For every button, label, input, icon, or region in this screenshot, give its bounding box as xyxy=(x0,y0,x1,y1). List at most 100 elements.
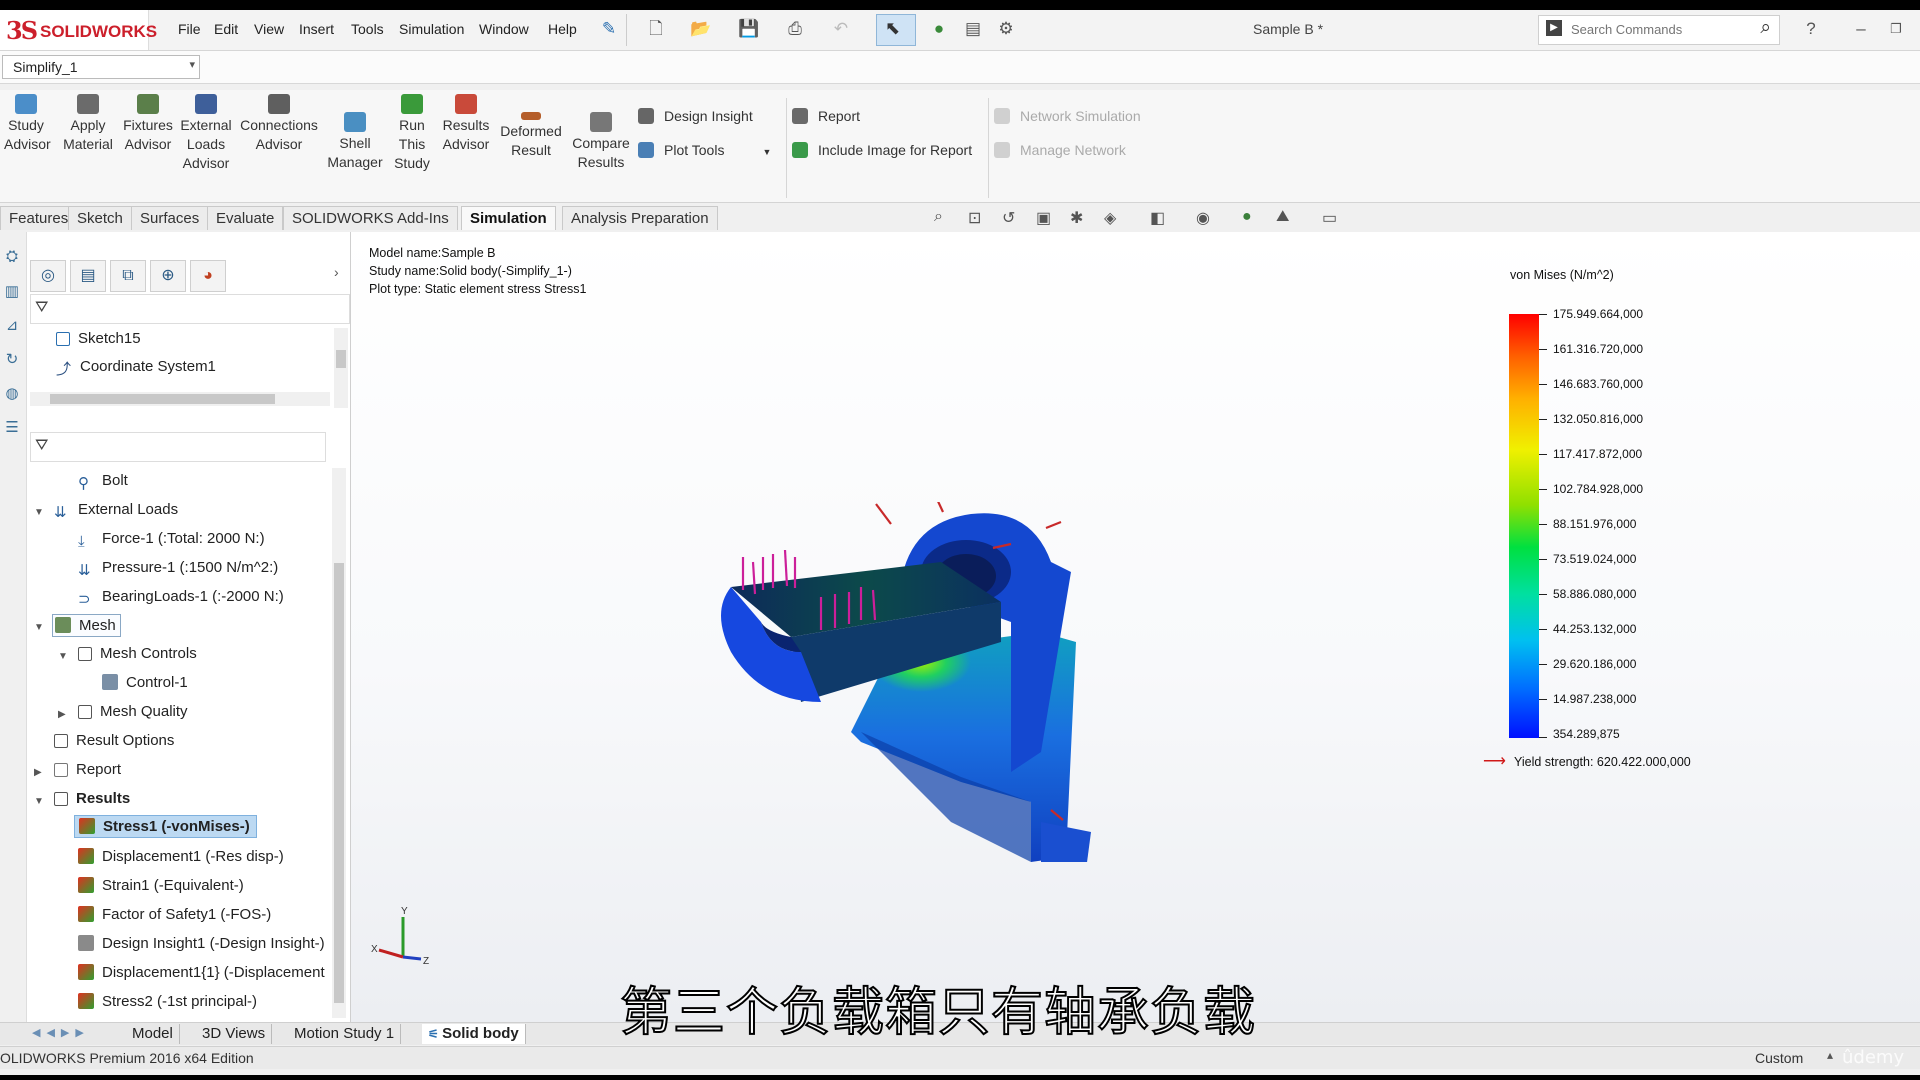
display-manager-tab-icon[interactable]: ◕ xyxy=(190,260,226,292)
menu-simulation[interactable]: Simulation xyxy=(399,21,464,37)
network-simulation-button[interactable]: Network Simulation xyxy=(994,108,1141,124)
menu-tools[interactable]: Tools xyxy=(351,21,384,37)
menu-window[interactable]: Window xyxy=(479,21,529,37)
results-advisor-button[interactable]: Results Advisor xyxy=(440,94,492,154)
tab-solid-body[interactable]: ⚟ Solid body xyxy=(422,1024,526,1044)
hide-show-items-icon[interactable]: ◉ xyxy=(1196,208,1210,228)
tree-item-pressure[interactable]: ⇊ Pressure-1 (:1500 N/m^2:) xyxy=(78,559,278,579)
tab-features[interactable]: Features xyxy=(0,206,78,230)
zoom-to-area-icon[interactable]: ⊡ xyxy=(968,208,981,228)
file-explorer-icon[interactable]: ⊿ xyxy=(3,316,21,334)
connections-advisor-button[interactable]: Connections Advisor xyxy=(238,94,320,154)
save-icon[interactable]: 💾 xyxy=(738,18,760,40)
run-this-study-button[interactable]: Run This Study xyxy=(390,94,434,173)
display-style-icon[interactable]: ◧ xyxy=(1150,208,1165,228)
menu-insert[interactable]: Insert xyxy=(299,21,334,37)
configuration-dropdown[interactable]: Simplify_1 ▾ xyxy=(2,55,200,79)
resources-icon[interactable]: ⛭ xyxy=(3,248,21,266)
collapse-mesh-icon[interactable]: ▼ xyxy=(34,622,44,633)
design-library-icon[interactable]: ▥ xyxy=(3,282,21,300)
menu-edit[interactable]: Edit xyxy=(214,21,238,37)
scrollbar-thumb[interactable] xyxy=(336,350,346,368)
compare-results-button[interactable]: Compare Results xyxy=(570,112,632,172)
feature-manager-tab-icon[interactable]: ◎ xyxy=(30,260,66,292)
tree-item-report[interactable]: Report xyxy=(54,761,121,778)
dynamic-annotation-icon[interactable]: ✱ xyxy=(1070,208,1083,228)
tree-item-control1[interactable]: Control-1 xyxy=(102,674,188,691)
new-document-icon[interactable]: 🗋 xyxy=(645,18,667,40)
collapse-mesh-controls-icon[interactable]: ▼ xyxy=(58,651,68,662)
dimxpert-tab-icon[interactable]: ⊕ xyxy=(150,260,186,292)
feature-tree-scrollbar[interactable] xyxy=(334,328,348,408)
apply-scene-icon[interactable]: ⛰ xyxy=(1276,208,1289,226)
tab-evaluate[interactable]: Evaluate xyxy=(207,206,284,230)
tree-item-bolt[interactable]: ⚲ Bolt xyxy=(78,472,128,492)
tree-item-bearing-loads[interactable]: ⊃ BearingLoads-1 (:-2000 N:) xyxy=(78,588,284,608)
manage-network-button[interactable]: Manage Network xyxy=(994,142,1126,158)
options-gear-icon[interactable]: ⚙ xyxy=(995,18,1017,40)
search-input[interactable] xyxy=(1569,21,1743,38)
external-loads-advisor-button[interactable]: External Loads Advisor xyxy=(178,94,234,173)
simulation-filter-box[interactable]: ⛛ xyxy=(30,432,326,462)
restore-icon[interactable]: ❐ xyxy=(1885,18,1907,40)
undo-icon[interactable]: ↶ xyxy=(830,18,852,40)
tree-item-mesh-controls[interactable]: Mesh Controls xyxy=(78,645,197,662)
edit-appearance-icon[interactable]: ● xyxy=(1242,208,1252,226)
open-folder-icon[interactable]: 📂 xyxy=(690,18,712,40)
tree-item-results[interactable]: Results xyxy=(54,790,130,807)
select-tool-button[interactable]: ⬉ xyxy=(876,14,916,46)
search-commands-box[interactable]: ▶ ⌕ xyxy=(1538,15,1780,45)
tab-surfaces[interactable]: Surfaces xyxy=(131,206,209,230)
appearances-icon[interactable]: ◍ xyxy=(3,384,21,402)
tree-item-displacement1[interactable]: Displacement1 (-Res disp-) xyxy=(78,848,284,865)
tab-simulation[interactable]: Simulation xyxy=(461,206,556,230)
tree-item-mesh-quality[interactable]: Mesh Quality xyxy=(78,703,188,720)
tree-item-force[interactable]: ⤓ Force-1 (:Total: 2000 N:) xyxy=(78,530,265,550)
collapse-external-loads-icon[interactable]: ▼ xyxy=(34,507,44,518)
chevron-right-icon[interactable]: › xyxy=(334,264,339,280)
solidworks-logo[interactable]: 3S SOLIDWORKS xyxy=(0,10,157,50)
tab-solidworks-add-ins[interactable]: SOLIDWORKS Add-Ins xyxy=(283,206,458,230)
tree-item-stress1[interactable]: Stress1 (-vonMises-) xyxy=(74,815,257,838)
tree-item-sketch15[interactable]: Sketch15 xyxy=(56,330,141,347)
stress-model-view[interactable] xyxy=(711,502,1131,862)
search-icon[interactable]: ⌕ xyxy=(1760,17,1771,39)
menu-view[interactable]: View xyxy=(254,21,284,37)
menu-help[interactable]: Help xyxy=(548,21,577,37)
shell-manager-button[interactable]: Shell Manager xyxy=(326,112,384,172)
design-insight-button[interactable]: Design Insight xyxy=(638,108,753,124)
configuration-manager-tab-icon[interactable]: ⧉ xyxy=(110,260,146,292)
tab-navigation-arrows[interactable]: ◀◀▶▶ xyxy=(32,1026,90,1039)
section-view-icon[interactable]: ▣ xyxy=(1036,208,1051,228)
tab-motion-study-1[interactable]: Motion Study 1 xyxy=(288,1024,402,1044)
property-manager-tab-icon[interactable]: ▤ xyxy=(70,260,106,292)
include-image-button[interactable]: Include Image for Report xyxy=(792,142,972,158)
tab-analysis-preparation[interactable]: Analysis Preparation xyxy=(562,206,718,230)
deformed-result-button[interactable]: Deformed Result xyxy=(496,112,566,160)
expand-mesh-quality-icon[interactable]: ▶ xyxy=(58,709,66,720)
custom-properties-icon[interactable]: ☰ xyxy=(3,418,21,436)
graphics-area[interactable]: Model name:Sample B Study name:Solid bod… xyxy=(351,232,1920,1022)
zoom-to-fit-icon[interactable]: ⌕ xyxy=(934,208,943,226)
tree-item-stress2[interactable]: Stress2 (-1st principal-) xyxy=(78,993,257,1010)
stress-color-bar[interactable] xyxy=(1509,314,1539,738)
units-dropdown-icon[interactable]: ▴ xyxy=(1827,1048,1833,1062)
scrollbar-thumb[interactable] xyxy=(334,563,344,1003)
menu-file[interactable]: File xyxy=(178,21,201,37)
feature-filter-box[interactable]: ⛛ xyxy=(30,294,350,324)
tree-item-displacement1-1[interactable]: Displacement1{1} (-Displacement xyxy=(78,964,328,981)
tree-item-coordinate-system1[interactable]: ⤴ Coordinate System1 xyxy=(56,358,216,378)
tree-item-external-loads[interactable]: ⇊ External Loads xyxy=(54,501,178,521)
tab-3d-views[interactable]: 3D Views xyxy=(196,1024,273,1044)
simulation-tree-scrollbar[interactable] xyxy=(332,468,346,1018)
view-settings-icon[interactable]: ▭ xyxy=(1322,208,1337,228)
minimize-icon[interactable]: – xyxy=(1850,18,1872,40)
previous-view-icon[interactable]: ↺ xyxy=(1002,208,1015,228)
units-system[interactable]: Custom xyxy=(1755,1050,1803,1066)
rebuild-icon[interactable]: ● xyxy=(928,18,950,40)
report-button[interactable]: Report xyxy=(792,108,860,124)
help-question-icon[interactable]: ? xyxy=(1800,18,1822,40)
tab-model[interactable]: Model xyxy=(126,1024,180,1044)
plot-tools-button[interactable]: Plot Tools ▼ xyxy=(638,142,771,158)
tree-item-strain1[interactable]: Strain1 (-Equivalent-) xyxy=(78,877,244,894)
